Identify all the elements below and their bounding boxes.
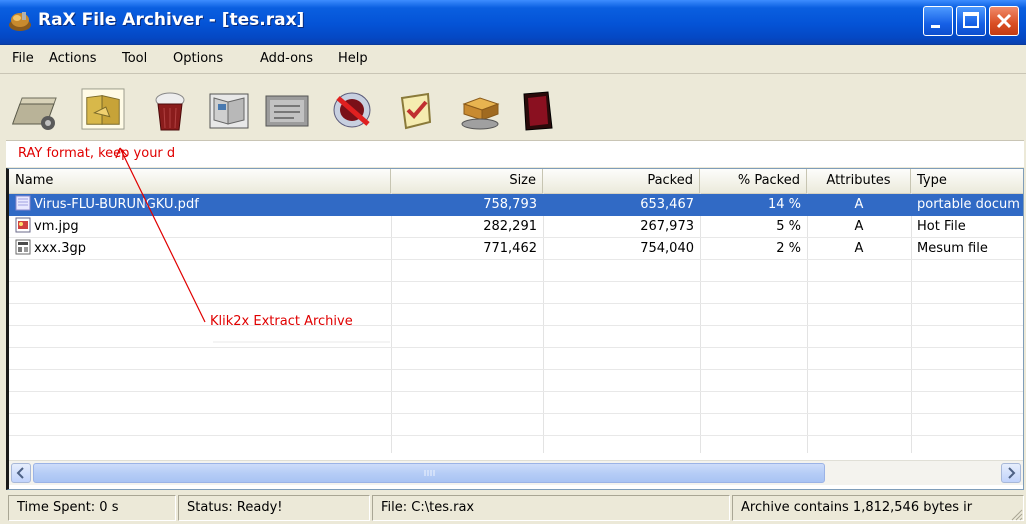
grid-line [9,435,1023,436]
cell-percent-packed: 5 % [776,219,801,234]
cell-percent-packed: 14 % [767,197,801,212]
column-header-type[interactable]: Type [911,169,1023,193]
cell-type: Hot File [917,219,966,234]
file-list[interactable]: Name Size Packed % Packed Attributes Typ… [6,168,1024,490]
menu-actions[interactable]: Actions [49,51,97,66]
cell-packed: 754,040 [640,241,694,256]
chevron-left-icon [16,467,24,479]
app-icon [9,12,31,31]
info-strip: RAY format, keep your d [6,140,1024,167]
column-header-packed[interactable]: Packed [543,169,700,193]
scroll-right-button[interactable] [1001,463,1021,483]
column-header-size[interactable]: Size [391,169,543,193]
status-bar: Time Spent: 0 s Status: Ready! File: C:\… [0,490,1026,524]
toolbar [0,74,1026,140]
table-row[interactable]: xxx.3gp 771,462 754,040 2 % A Mesum file [9,238,1023,260]
grid-line [9,369,1023,370]
table-row[interactable]: Virus-FLU-BURUNGKU.pdf 758,793 653,467 1… [9,194,1023,216]
menu-add-ons[interactable]: Add-ons [260,51,313,66]
scroll-left-button[interactable] [11,463,31,483]
minimize-button[interactable] [923,6,953,36]
virus-scan-icon[interactable] [330,90,376,132]
pdf-file-icon [15,195,31,211]
delete-icon[interactable] [148,90,194,132]
image-file-icon [15,217,31,233]
video-file-icon [15,239,31,255]
cell-attributes: A [854,241,864,256]
cell-percent-packed: 2 % [776,241,801,256]
cell-name: vm.jpg [9,216,391,238]
file-name: vm.jpg [34,219,79,234]
cell-type: portable docum [917,197,1020,212]
view-icon[interactable] [206,90,252,132]
exit-icon[interactable] [518,90,558,132]
table-row[interactable]: vm.jpg 282,291 267,973 5 % A Hot File [9,216,1023,238]
grip-icon [424,470,435,476]
menu-file[interactable]: File [12,51,34,66]
menu-bar: File Actions Tool Options Add-ons Help [0,45,1026,74]
cell-name: xxx.3gp [9,238,391,260]
minimize-icon [931,25,940,28]
file-name: Virus-FLU-BURUNGKU.pdf [34,197,199,212]
install-icon[interactable] [458,90,504,132]
status-archive-summary: Archive contains 1,812,546 bytes ir [732,495,1024,521]
close-icon [996,13,1012,29]
grid-line [9,303,1023,304]
extract-archive-icon[interactable] [80,88,126,130]
column-header-name[interactable]: Name [9,169,391,193]
cell-attributes: A [854,197,864,212]
add-files-icon[interactable] [12,90,58,132]
test-archive-icon[interactable] [392,90,438,132]
cell-size: 771,462 [483,241,537,256]
cell-packed: 267,973 [640,219,694,234]
annotation-label: Klik2x Extract Archive [210,314,353,329]
grid-line [9,413,1023,414]
cell-size: 758,793 [483,197,537,212]
scroll-thumb[interactable] [33,463,825,483]
grid-line [9,325,1023,326]
file-name: xxx.3gp [34,241,86,256]
column-header-percent-packed[interactable]: % Packed [700,169,807,193]
resize-grip-icon[interactable] [1010,508,1024,522]
maximize-icon [963,12,979,28]
chevron-right-icon [1008,467,1016,479]
cell-name: Virus-FLU-BURUNGKU.pdf [9,194,391,216]
menu-options[interactable]: Options [173,51,223,66]
horizontal-scrollbar[interactable] [9,460,1023,485]
file-list-header: Name Size Packed % Packed Attributes Typ… [9,169,1023,194]
cell-attributes: A [854,219,864,234]
cell-packed: 653,467 [640,197,694,212]
close-button[interactable] [989,6,1019,36]
app-window: RaX File Archiver - [tes.rax] File Actio… [0,0,1026,524]
cell-type: Mesum file [917,241,988,256]
menu-help[interactable]: Help [338,51,368,66]
info-icon[interactable] [264,90,310,132]
maximize-button[interactable] [956,6,986,36]
grid-line [9,347,1023,348]
grid-line [9,391,1023,392]
menu-tool[interactable]: Tool [122,51,147,66]
format-info-text: RAY format, keep your d [18,146,176,161]
status-file-path: File: C:\tes.rax [372,495,730,521]
column-header-attributes[interactable]: Attributes [807,169,911,193]
status-time-spent: Time Spent: 0 s [8,495,176,521]
grid-line [9,281,1023,282]
cell-size: 282,291 [483,219,537,234]
status-state: Status: Ready! [178,495,370,521]
window-title: RaX File Archiver - [tes.rax] [38,10,305,30]
title-bar[interactable]: RaX File Archiver - [tes.rax] [0,0,1026,45]
